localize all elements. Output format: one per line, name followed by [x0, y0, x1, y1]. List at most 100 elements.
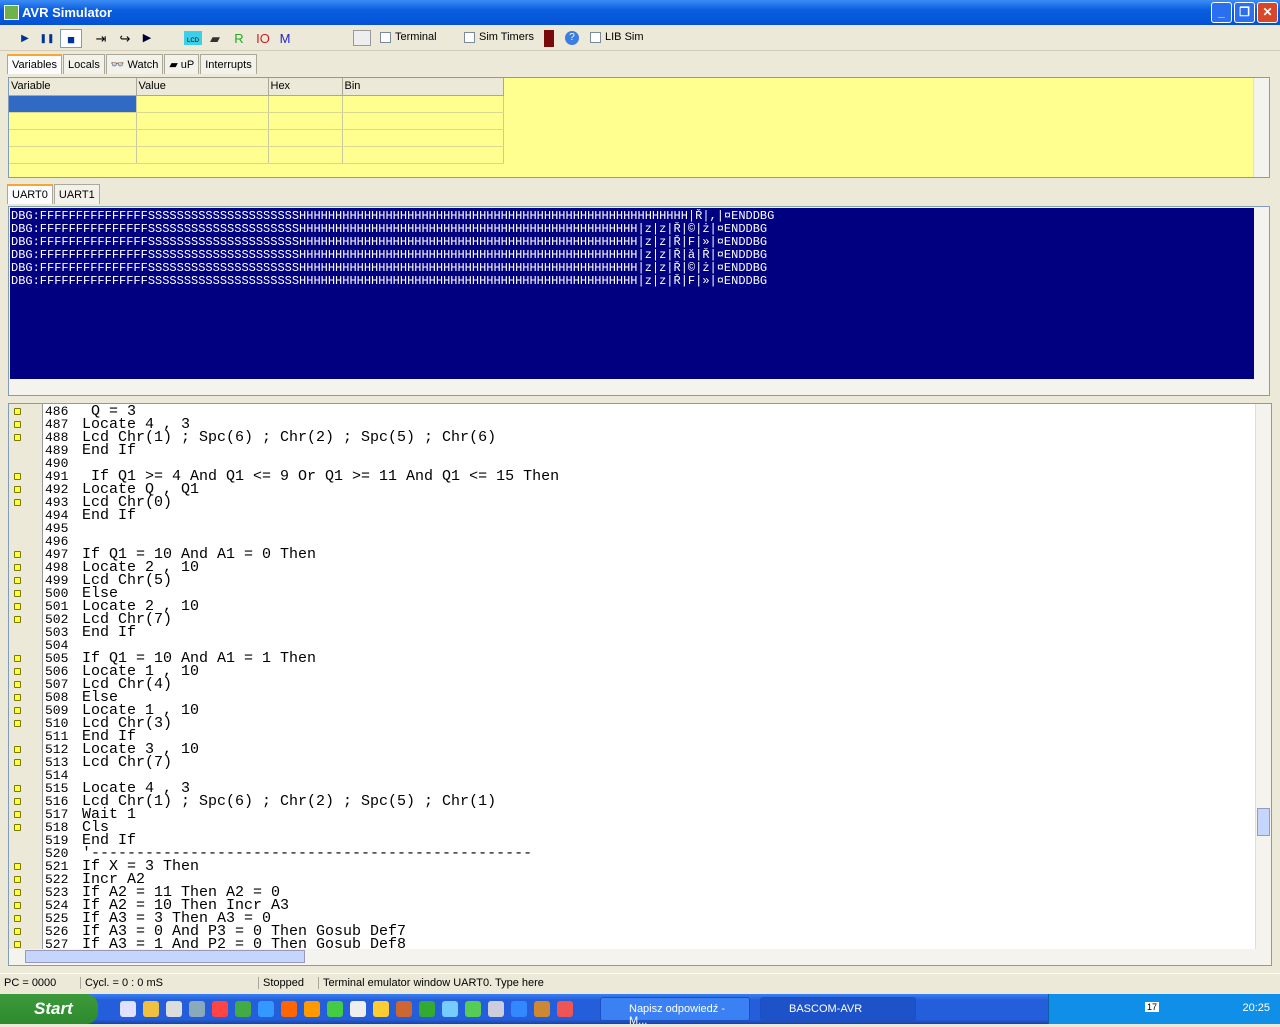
breakpoint-marker-icon[interactable] [14, 759, 21, 766]
breakpoint-marker-icon[interactable] [14, 499, 21, 506]
breakpoint-marker-icon[interactable] [14, 876, 21, 883]
task-firefox[interactable]: Napisz odpowiedź - M... [600, 997, 750, 1027]
tab-uart1[interactable]: UART1 [53, 184, 100, 204]
step-into-button[interactable]: ⇥ [92, 29, 110, 48]
memory-button[interactable]: M [276, 29, 294, 48]
quick-launch-icon[interactable] [258, 1001, 274, 1017]
breakpoint-marker-icon[interactable] [14, 811, 21, 818]
registers-button[interactable]: R [230, 29, 248, 48]
exit-door-icon[interactable] [544, 30, 554, 47]
terminal-hscrollbar[interactable] [9, 379, 1269, 395]
breakpoint-marker-icon[interactable] [14, 720, 21, 727]
tab-uart0[interactable]: UART0 [7, 184, 53, 204]
column-value[interactable]: Value [136, 78, 269, 96]
tab-variables[interactable]: Variables [7, 54, 63, 74]
breakpoint-marker-icon[interactable] [14, 785, 21, 792]
calendar-badge[interactable]: 17 [1145, 1002, 1160, 1012]
quick-launch-icon[interactable] [488, 1001, 504, 1017]
task-bascom[interactable]: BASCOM-AVR [760, 997, 916, 1021]
stop-button[interactable]: ■ [60, 29, 82, 48]
quick-launch-icon[interactable] [166, 1001, 182, 1017]
tab-interrupts[interactable]: Interrupts [200, 54, 257, 74]
breakpoint-marker-icon[interactable] [14, 577, 21, 584]
breakpoint-marker-icon[interactable] [14, 590, 21, 597]
maximize-button[interactable]: ❐ [1234, 2, 1255, 23]
variables-scrollbar[interactable] [1253, 78, 1269, 177]
breakpoint-marker-icon[interactable] [14, 681, 21, 688]
breakpoint-marker-icon[interactable] [14, 603, 21, 610]
quick-launch-icon[interactable] [120, 1001, 136, 1017]
lcd-button[interactable]: LCD [184, 31, 202, 45]
column-bin[interactable]: Bin [342, 78, 504, 96]
run-button[interactable]: ▶ [16, 29, 34, 48]
breakpoint-marker-icon[interactable] [14, 863, 21, 870]
breakpoint-marker-icon[interactable] [14, 434, 21, 441]
breakpoint-marker-icon[interactable] [14, 473, 21, 480]
editor-hscrollbar[interactable] [9, 949, 1271, 965]
breakpoint-marker-icon[interactable] [14, 902, 21, 909]
breakpoint-marker-icon[interactable] [14, 707, 21, 714]
quick-launch-icon[interactable] [327, 1001, 343, 1017]
breakpoint-marker-icon[interactable] [14, 668, 21, 675]
scroll-thumb[interactable] [1257, 808, 1270, 836]
table-row[interactable] [9, 146, 504, 164]
breakpoint-marker-icon[interactable] [14, 551, 21, 558]
lib-sim-checkbox[interactable]: LIB Sim [590, 31, 644, 43]
quick-launch-icon[interactable] [373, 1001, 389, 1017]
breakpoint-marker-icon[interactable] [14, 655, 21, 662]
quick-launch-icon[interactable] [350, 1001, 366, 1017]
quick-launch-icon[interactable] [465, 1001, 481, 1017]
breakpoint-marker-icon[interactable] [14, 421, 21, 428]
breakpoint-marker-icon[interactable] [14, 564, 21, 571]
code-line[interactable]: 513 Lcd Chr(7) [45, 755, 559, 770]
minimize-button[interactable]: _ [1211, 2, 1232, 23]
breakpoint-marker-icon[interactable] [14, 798, 21, 805]
breakpoint-marker-icon[interactable] [14, 746, 21, 753]
table-row[interactable] [9, 95, 504, 113]
quick-launch-icon[interactable] [557, 1001, 573, 1017]
breakpoint-gutter[interactable] [9, 404, 43, 949]
quick-launch-icon[interactable] [442, 1001, 458, 1017]
quick-launch-icon[interactable] [419, 1001, 435, 1017]
sim-timers-checkbox[interactable]: Sim Timers [464, 31, 534, 43]
clock[interactable]: 20:25 [1242, 1002, 1270, 1014]
breakpoint-marker-icon[interactable] [14, 616, 21, 623]
quick-launch-icon[interactable] [143, 1001, 159, 1017]
breakpoint-marker-icon[interactable] [14, 408, 21, 415]
run-to-cursor-button[interactable]: ▶ [138, 29, 156, 48]
quick-launch-icon[interactable] [212, 1001, 228, 1017]
io-button[interactable]: IO [254, 29, 272, 48]
quick-launch-icon[interactable] [235, 1001, 251, 1017]
breakpoint-marker-icon[interactable] [14, 915, 21, 922]
tab-locals[interactable]: Locals [63, 54, 105, 74]
quick-launch-icon[interactable] [304, 1001, 320, 1017]
table-row[interactable] [9, 129, 504, 147]
code-line[interactable]: 499 Lcd Chr(5) [45, 573, 559, 588]
column-hex[interactable]: Hex [268, 78, 343, 96]
table-row[interactable] [9, 112, 504, 130]
breakpoint-marker-icon[interactable] [14, 889, 21, 896]
breakpoint-marker-icon[interactable] [14, 486, 21, 493]
close-button[interactable]: ✕ [1257, 2, 1278, 23]
tab-up[interactable]: ▰ uP [164, 54, 200, 74]
breakpoint-marker-icon[interactable] [14, 941, 21, 948]
code-line[interactable]: 503 End If [45, 625, 559, 640]
pause-button[interactable]: ❚❚ [38, 29, 56, 48]
terminal-icon[interactable] [353, 30, 371, 46]
editor-vscrollbar[interactable] [1255, 404, 1271, 949]
scroll-thumb[interactable] [25, 950, 305, 963]
code-editor[interactable]: 486 Q = 3 487 Locate 4 , 3 488 Lcd Chr(1) ; … [8, 403, 1272, 966]
start-button[interactable]: Start [0, 994, 98, 1024]
chip-icon[interactable]: ▰ [206, 29, 224, 48]
code-line[interactable]: 494 End If [45, 508, 559, 523]
tab-watch[interactable]: 👓 Watch [105, 54, 164, 74]
code-line[interactable]: 507 Lcd Chr(4) [45, 677, 559, 692]
column-variable[interactable]: Variable [9, 78, 137, 96]
terminal-output[interactable]: DBG:FFFFFFFFFFFFFFFSSSSSSSSSSSSSSSSSSSSS… [10, 208, 1254, 380]
breakpoint-marker-icon[interactable] [14, 694, 21, 701]
quick-launch-icon[interactable] [189, 1001, 205, 1017]
quick-launch-icon[interactable] [281, 1001, 297, 1017]
breakpoint-marker-icon[interactable] [14, 928, 21, 935]
step-over-button[interactable]: ↪ [116, 29, 134, 48]
quick-launch-icon[interactable] [534, 1001, 550, 1017]
